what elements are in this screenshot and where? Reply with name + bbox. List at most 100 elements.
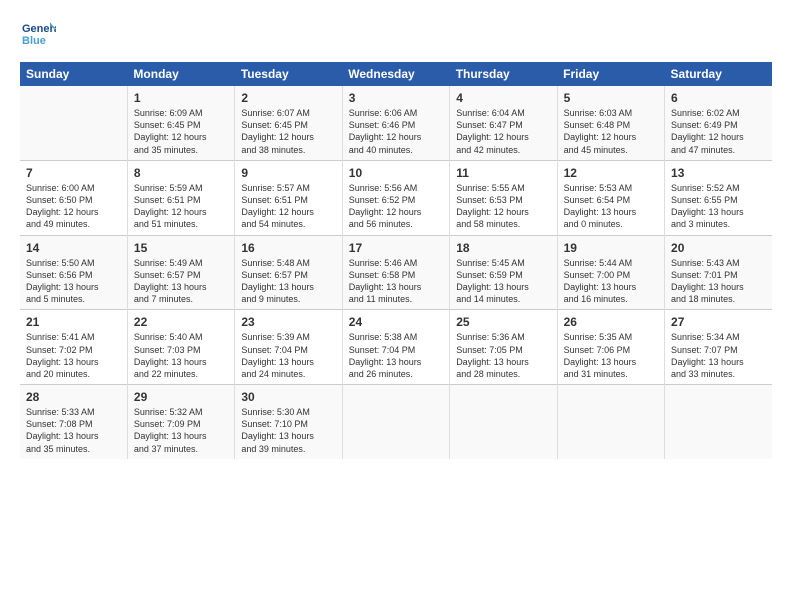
calendar-cell: 17Sunrise: 5:46 AM Sunset: 6:58 PM Dayli… (342, 235, 449, 310)
calendar-cell: 18Sunrise: 5:45 AM Sunset: 6:59 PM Dayli… (450, 235, 557, 310)
calendar-cell (665, 385, 772, 459)
day-info: Sunrise: 5:45 AM Sunset: 6:59 PM Dayligh… (456, 257, 550, 306)
day-number: 28 (26, 389, 121, 405)
day-number: 16 (241, 240, 335, 256)
day-info: Sunrise: 5:49 AM Sunset: 6:57 PM Dayligh… (134, 257, 228, 306)
calendar-cell (450, 385, 557, 459)
day-number: 4 (456, 90, 550, 106)
calendar-cell (342, 385, 449, 459)
day-number: 30 (241, 389, 335, 405)
day-info: Sunrise: 5:32 AM Sunset: 7:09 PM Dayligh… (134, 406, 228, 455)
day-info: Sunrise: 6:07 AM Sunset: 6:45 PM Dayligh… (241, 107, 335, 156)
day-info: Sunrise: 5:57 AM Sunset: 6:51 PM Dayligh… (241, 182, 335, 231)
day-number: 1 (134, 90, 228, 106)
day-info: Sunrise: 5:44 AM Sunset: 7:00 PM Dayligh… (564, 257, 658, 306)
calendar-cell: 27Sunrise: 5:34 AM Sunset: 7:07 PM Dayli… (665, 310, 772, 385)
calendar-cell: 25Sunrise: 5:36 AM Sunset: 7:05 PM Dayli… (450, 310, 557, 385)
day-info: Sunrise: 5:33 AM Sunset: 7:08 PM Dayligh… (26, 406, 121, 455)
day-info: Sunrise: 6:03 AM Sunset: 6:48 PM Dayligh… (564, 107, 658, 156)
day-info: Sunrise: 6:02 AM Sunset: 6:49 PM Dayligh… (671, 107, 766, 156)
day-info: Sunrise: 5:40 AM Sunset: 7:03 PM Dayligh… (134, 331, 228, 380)
day-info: Sunrise: 5:52 AM Sunset: 6:55 PM Dayligh… (671, 182, 766, 231)
calendar-cell: 15Sunrise: 5:49 AM Sunset: 6:57 PM Dayli… (127, 235, 234, 310)
day-info: Sunrise: 5:46 AM Sunset: 6:58 PM Dayligh… (349, 257, 443, 306)
calendar-cell: 8Sunrise: 5:59 AM Sunset: 6:51 PM Daylig… (127, 160, 234, 235)
day-info: Sunrise: 5:39 AM Sunset: 7:04 PM Dayligh… (241, 331, 335, 380)
calendar-cell: 19Sunrise: 5:44 AM Sunset: 7:00 PM Dayli… (557, 235, 664, 310)
day-info: Sunrise: 5:50 AM Sunset: 6:56 PM Dayligh… (26, 257, 121, 306)
day-info: Sunrise: 5:36 AM Sunset: 7:05 PM Dayligh… (456, 331, 550, 380)
calendar-cell: 3Sunrise: 6:06 AM Sunset: 6:46 PM Daylig… (342, 86, 449, 160)
day-number: 22 (134, 314, 228, 330)
day-number: 14 (26, 240, 121, 256)
header-monday: Monday (127, 62, 234, 86)
day-info: Sunrise: 6:00 AM Sunset: 6:50 PM Dayligh… (26, 182, 121, 231)
calendar-week-4: 21Sunrise: 5:41 AM Sunset: 7:02 PM Dayli… (20, 310, 772, 385)
day-info: Sunrise: 6:06 AM Sunset: 6:46 PM Dayligh… (349, 107, 443, 156)
calendar-cell: 26Sunrise: 5:35 AM Sunset: 7:06 PM Dayli… (557, 310, 664, 385)
day-number: 6 (671, 90, 766, 106)
calendar-cell: 20Sunrise: 5:43 AM Sunset: 7:01 PM Dayli… (665, 235, 772, 310)
day-info: Sunrise: 6:04 AM Sunset: 6:47 PM Dayligh… (456, 107, 550, 156)
calendar-cell: 7Sunrise: 6:00 AM Sunset: 6:50 PM Daylig… (20, 160, 127, 235)
header-sunday: Sunday (20, 62, 127, 86)
day-number: 21 (26, 314, 121, 330)
calendar-week-3: 14Sunrise: 5:50 AM Sunset: 6:56 PM Dayli… (20, 235, 772, 310)
logo: General Blue (20, 16, 56, 52)
day-info: Sunrise: 5:41 AM Sunset: 7:02 PM Dayligh… (26, 331, 121, 380)
logo-svg: General Blue (20, 16, 56, 52)
day-number: 24 (349, 314, 443, 330)
day-number: 27 (671, 314, 766, 330)
calendar-cell: 16Sunrise: 5:48 AM Sunset: 6:57 PM Dayli… (235, 235, 342, 310)
calendar-cell: 22Sunrise: 5:40 AM Sunset: 7:03 PM Dayli… (127, 310, 234, 385)
day-number: 19 (564, 240, 658, 256)
calendar-cell: 14Sunrise: 5:50 AM Sunset: 6:56 PM Dayli… (20, 235, 127, 310)
header-tuesday: Tuesday (235, 62, 342, 86)
calendar-cell (557, 385, 664, 459)
calendar-cell: 29Sunrise: 5:32 AM Sunset: 7:09 PM Dayli… (127, 385, 234, 459)
day-info: Sunrise: 5:59 AM Sunset: 6:51 PM Dayligh… (134, 182, 228, 231)
day-number: 9 (241, 165, 335, 181)
day-number: 11 (456, 165, 550, 181)
day-number: 18 (456, 240, 550, 256)
day-number: 2 (241, 90, 335, 106)
day-info: Sunrise: 5:30 AM Sunset: 7:10 PM Dayligh… (241, 406, 335, 455)
header-wednesday: Wednesday (342, 62, 449, 86)
calendar-cell: 13Sunrise: 5:52 AM Sunset: 6:55 PM Dayli… (665, 160, 772, 235)
calendar-cell: 1Sunrise: 6:09 AM Sunset: 6:45 PM Daylig… (127, 86, 234, 160)
day-number: 10 (349, 165, 443, 181)
day-number: 29 (134, 389, 228, 405)
calendar-cell: 28Sunrise: 5:33 AM Sunset: 7:08 PM Dayli… (20, 385, 127, 459)
day-info: Sunrise: 5:48 AM Sunset: 6:57 PM Dayligh… (241, 257, 335, 306)
calendar-cell: 6Sunrise: 6:02 AM Sunset: 6:49 PM Daylig… (665, 86, 772, 160)
day-number: 5 (564, 90, 658, 106)
calendar-cell: 10Sunrise: 5:56 AM Sunset: 6:52 PM Dayli… (342, 160, 449, 235)
calendar-week-2: 7Sunrise: 6:00 AM Sunset: 6:50 PM Daylig… (20, 160, 772, 235)
day-number: 23 (241, 314, 335, 330)
day-info: Sunrise: 5:56 AM Sunset: 6:52 PM Dayligh… (349, 182, 443, 231)
day-number: 17 (349, 240, 443, 256)
day-number: 12 (564, 165, 658, 181)
day-info: Sunrise: 5:55 AM Sunset: 6:53 PM Dayligh… (456, 182, 550, 231)
calendar-cell: 21Sunrise: 5:41 AM Sunset: 7:02 PM Dayli… (20, 310, 127, 385)
calendar-cell: 24Sunrise: 5:38 AM Sunset: 7:04 PM Dayli… (342, 310, 449, 385)
day-info: Sunrise: 5:38 AM Sunset: 7:04 PM Dayligh… (349, 331, 443, 380)
day-number: 25 (456, 314, 550, 330)
day-number: 8 (134, 165, 228, 181)
calendar-cell: 4Sunrise: 6:04 AM Sunset: 6:47 PM Daylig… (450, 86, 557, 160)
calendar-week-1: 1Sunrise: 6:09 AM Sunset: 6:45 PM Daylig… (20, 86, 772, 160)
calendar-cell: 12Sunrise: 5:53 AM Sunset: 6:54 PM Dayli… (557, 160, 664, 235)
header-thursday: Thursday (450, 62, 557, 86)
day-info: Sunrise: 5:34 AM Sunset: 7:07 PM Dayligh… (671, 331, 766, 380)
day-info: Sunrise: 5:43 AM Sunset: 7:01 PM Dayligh… (671, 257, 766, 306)
calendar-cell (20, 86, 127, 160)
calendar-table: SundayMondayTuesdayWednesdayThursdayFrid… (20, 62, 772, 459)
day-number: 3 (349, 90, 443, 106)
calendar-header-row: SundayMondayTuesdayWednesdayThursdayFrid… (20, 62, 772, 86)
header-saturday: Saturday (665, 62, 772, 86)
calendar-cell: 2Sunrise: 6:07 AM Sunset: 6:45 PM Daylig… (235, 86, 342, 160)
day-info: Sunrise: 5:35 AM Sunset: 7:06 PM Dayligh… (564, 331, 658, 380)
day-number: 7 (26, 165, 121, 181)
day-info: Sunrise: 5:53 AM Sunset: 6:54 PM Dayligh… (564, 182, 658, 231)
svg-text:Blue: Blue (22, 35, 46, 47)
